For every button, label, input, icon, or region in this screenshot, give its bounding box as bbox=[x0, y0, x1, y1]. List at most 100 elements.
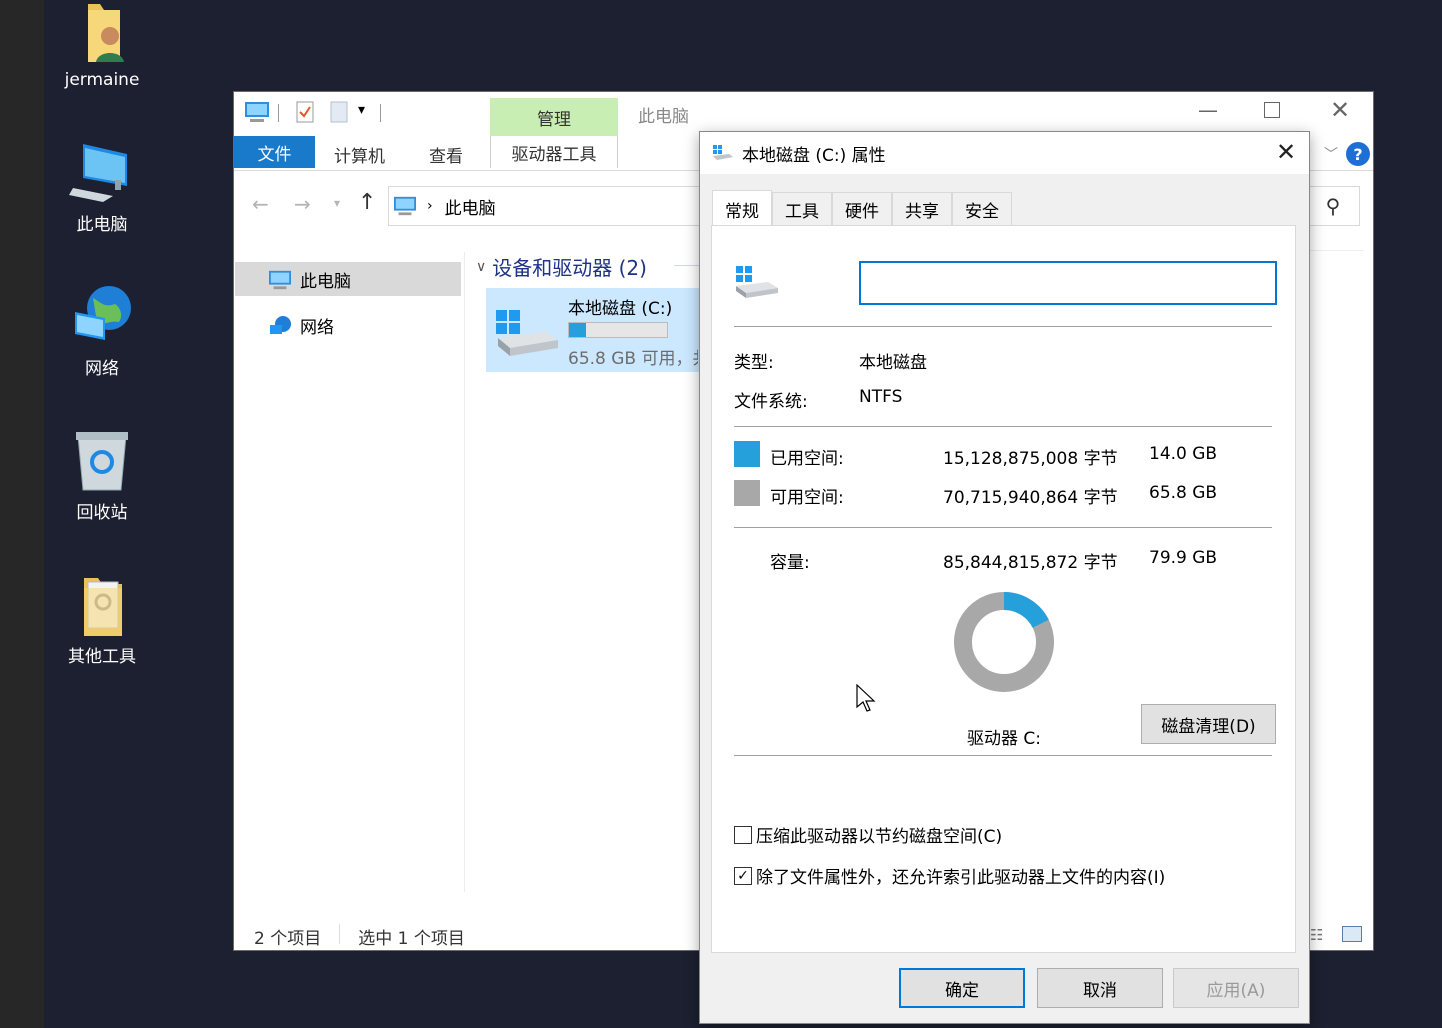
dialog-title-bar[interactable]: 本地磁盘 (C:) 属性 bbox=[700, 132, 1309, 174]
nav-item-label: 此电脑 bbox=[300, 272, 351, 292]
search-icon: ⚲ bbox=[1325, 194, 1341, 218]
local-disk-icon bbox=[736, 266, 778, 298]
tab-general[interactable]: 常规 bbox=[712, 190, 772, 227]
filesystem-label: 文件系统: bbox=[734, 392, 808, 412]
used-space-label: 已用空间: bbox=[770, 449, 844, 469]
drive-usage-fill bbox=[569, 323, 587, 337]
tools-folder-icon bbox=[56, 572, 148, 636]
used-space-swatch bbox=[734, 441, 760, 467]
details-view-icon[interactable]: ☷ bbox=[1310, 926, 1323, 944]
separator bbox=[734, 326, 1272, 327]
drive-tile-c[interactable]: 本地磁盘 (C:) 65.8 GB 可用，共 bbox=[486, 288, 702, 372]
separator bbox=[734, 527, 1272, 528]
tab-drive-tools[interactable]: 驱动器工具 bbox=[490, 136, 618, 168]
drive-usage-bar bbox=[568, 322, 668, 338]
computer-icon bbox=[394, 196, 416, 216]
compress-checkbox[interactable]: 压缩此驱动器以节约磁盘空间(C) bbox=[734, 822, 1002, 847]
breadcrumb-this-pc[interactable]: 此电脑 bbox=[445, 194, 496, 219]
status-item-count: 2 个项目 bbox=[254, 929, 322, 949]
help-icon[interactable]: ? bbox=[1346, 142, 1370, 166]
tab-security[interactable]: 安全 bbox=[952, 192, 1012, 226]
status-selected: 选中 1 个项目 bbox=[358, 929, 465, 949]
computer-icon bbox=[56, 140, 148, 204]
recent-locations-chevron-icon[interactable]: ▾ bbox=[334, 196, 340, 210]
desktop-icon-label: jermaine bbox=[64, 70, 140, 90]
general-tab-panel: 类型: 本地磁盘 文件系统: NTFS 已用空间: 15,128,875,008… bbox=[711, 225, 1296, 953]
filesystem-value: NTFS bbox=[859, 387, 903, 407]
close-icon[interactable]: ✕ bbox=[1330, 96, 1350, 124]
maximize-icon[interactable] bbox=[1264, 102, 1280, 118]
minimize-icon[interactable]: — bbox=[1198, 98, 1218, 122]
used-space-bytes: 15,128,875,008 字节 bbox=[943, 449, 1118, 469]
checkbox-box[interactable] bbox=[734, 825, 752, 844]
pane-splitter[interactable] bbox=[464, 252, 465, 892]
desktop-icon-network[interactable]: 网络 bbox=[56, 284, 148, 379]
group-collapse-chevron-icon: ∨ bbox=[476, 258, 487, 275]
desktop-icon-label: 回收站 bbox=[76, 503, 128, 523]
user-folder-icon bbox=[56, 0, 148, 64]
nav-item-this-pc[interactable]: 此电脑 bbox=[268, 267, 351, 292]
dialog-close-icon[interactable]: ✕ bbox=[1276, 138, 1296, 166]
index-checkbox[interactable]: ✓ 除了文件属性外，还允许索引此驱动器上文件的内容(I) bbox=[734, 863, 1165, 888]
compress-checkbox-label: 压缩此驱动器以节约磁盘空间(C) bbox=[756, 827, 1003, 847]
tab-hardware[interactable]: 硬件 bbox=[832, 192, 892, 226]
ok-button[interactable]: 确定 bbox=[899, 968, 1025, 1008]
type-value: 本地磁盘 bbox=[859, 353, 927, 373]
separator bbox=[734, 426, 1272, 427]
nav-item-network[interactable]: 网络 bbox=[268, 313, 334, 338]
desktop-icon-recycle-bin[interactable]: 回收站 bbox=[56, 428, 148, 523]
apply-button[interactable]: 应用(A) bbox=[1173, 968, 1299, 1008]
free-space-size: 65.8 GB bbox=[1149, 483, 1218, 503]
mouse-cursor-icon bbox=[856, 684, 876, 712]
tab-sharing[interactable]: 共享 bbox=[892, 192, 952, 226]
index-checkbox-label: 除了文件属性外，还允许索引此驱动器上文件的内容(I) bbox=[756, 868, 1166, 888]
tab-tools[interactable]: 工具 bbox=[772, 192, 832, 226]
back-arrow-icon[interactable]: ← bbox=[252, 192, 269, 216]
customize-qat-chevron-icon[interactable]: ▾ bbox=[358, 102, 365, 118]
status-bar: 2 个项目 选中 1 个项目 bbox=[254, 924, 465, 949]
properties-icon[interactable] bbox=[296, 101, 314, 123]
cancel-button[interactable]: 取消 bbox=[1037, 968, 1163, 1008]
checkbox-box[interactable]: ✓ bbox=[734, 866, 752, 885]
recycle-bin-icon bbox=[56, 428, 148, 492]
ribbon-expand-chevron-icon[interactable]: ﹀ bbox=[1324, 144, 1338, 164]
capacity-size: 79.9 GB bbox=[1149, 548, 1218, 568]
forward-arrow-icon[interactable]: → bbox=[294, 192, 311, 216]
dialog-tabs: 常规 工具 硬件 共享 安全 bbox=[712, 190, 1012, 227]
tab-file[interactable]: 文件 bbox=[234, 136, 315, 168]
large-icons-view-icon[interactable] bbox=[1342, 926, 1362, 942]
desktop-icon-jermaine[interactable]: jermaine bbox=[56, 0, 148, 90]
volume-label-input[interactable] bbox=[859, 261, 1277, 305]
properties-dialog: 本地磁盘 (C:) 属性 ✕ 常规 工具 硬件 共享 安全 类型: 本地磁盘 文… bbox=[699, 131, 1310, 1024]
separator bbox=[734, 755, 1272, 756]
search-box[interactable]: ⚲ bbox=[1306, 186, 1360, 226]
group-header-devices[interactable]: ∨ 设备和驱动器 (2) bbox=[476, 252, 647, 281]
free-space-swatch bbox=[734, 480, 760, 506]
capacity-bytes: 85,844,815,872 字节 bbox=[943, 553, 1118, 573]
desktop-icon-label: 网络 bbox=[85, 359, 119, 379]
tab-computer[interactable]: 计算机 bbox=[334, 142, 385, 167]
local-disk-icon bbox=[713, 145, 733, 160]
up-arrow-icon[interactable]: ↑ bbox=[358, 190, 376, 215]
free-space-bytes: 70,715,940,864 字节 bbox=[943, 488, 1118, 508]
drive-letter-label: 驱动器 C: bbox=[967, 729, 1042, 749]
tab-manage[interactable]: 管理 bbox=[490, 98, 618, 136]
computer-icon bbox=[269, 270, 291, 289]
tab-view[interactable]: 查看 bbox=[429, 142, 463, 167]
type-label: 类型: bbox=[734, 353, 774, 373]
desktop-icon-label: 其他工具 bbox=[68, 647, 136, 667]
desktop-icon-this-pc[interactable]: 此电脑 bbox=[56, 140, 148, 235]
window-title: 此电脑 bbox=[638, 107, 689, 127]
desktop-icon-other-tools[interactable]: 其他工具 bbox=[56, 572, 148, 667]
desktop-left-strip bbox=[0, 0, 44, 1028]
used-space-size: 14.0 GB bbox=[1149, 444, 1218, 464]
address-bar[interactable]: › 此电脑 bbox=[388, 186, 708, 226]
drive-free-text: 65.8 GB 可用，共 bbox=[568, 349, 698, 369]
desktop-icon-label: 此电脑 bbox=[76, 215, 128, 235]
new-folder-icon[interactable] bbox=[330, 101, 348, 123]
disk-cleanup-button[interactable]: 磁盘清理(D) bbox=[1141, 704, 1276, 744]
dialog-title: 本地磁盘 (C:) 属性 bbox=[742, 145, 886, 166]
network-icon bbox=[270, 315, 291, 334]
disk-usage-donut bbox=[954, 592, 1054, 692]
breadcrumb-chevron-icon: › bbox=[427, 198, 433, 214]
